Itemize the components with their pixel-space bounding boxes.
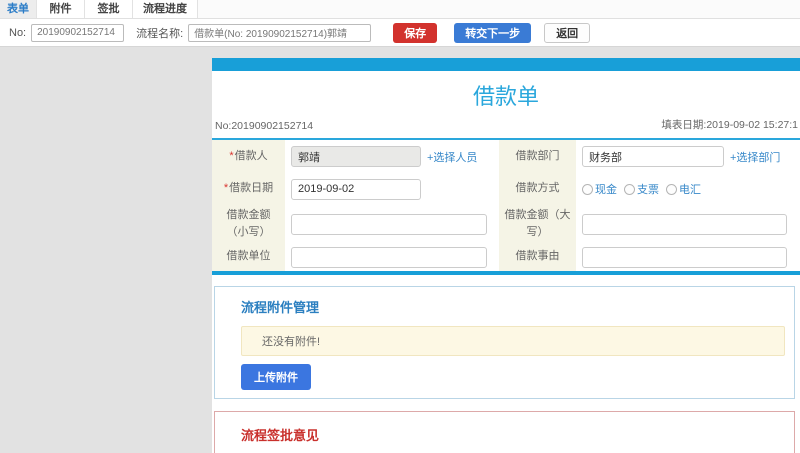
send-next-step-button[interactable]: 转交下一步 xyxy=(454,22,532,43)
page-title: 借款单 xyxy=(472,84,539,109)
main-panel: 借款单 No:20190902152714 填表日期:2019-09-02 15… xyxy=(212,58,800,453)
flow-name-input[interactable] xyxy=(188,23,372,42)
dept-input[interactable] xyxy=(582,146,724,167)
form-meta-row: No:20190902152714 填表日期:2019-09-02 15:27:… xyxy=(212,117,800,140)
dept-label: 借款部门 xyxy=(499,140,576,173)
tab-process-progress[interactable]: 流程进度 xyxy=(133,0,198,18)
loan-form: *借款人 +选择人员 借款部门 +选择部门 *借款日期 借款方式 现金 支票 xyxy=(212,140,800,271)
tab-approval[interactable]: 签批 xyxy=(85,0,133,18)
radio-check[interactable]: 支票 xyxy=(624,181,659,197)
form-no-text: No:20190902152714 xyxy=(215,120,314,132)
borrower-label: *借款人 xyxy=(212,140,285,173)
no-attachments-alert: 还没有附件! xyxy=(241,326,785,356)
select-person-link[interactable]: +选择人员 xyxy=(427,149,477,165)
save-button[interactable]: 保存 xyxy=(393,22,438,43)
bottom-accent-bar xyxy=(212,271,800,275)
flow-name-label: 流程名称: xyxy=(136,27,184,40)
top-accent-bar xyxy=(212,58,800,71)
loan-method-label: 借款方式 xyxy=(499,173,576,205)
loan-date-label: *借款日期 xyxy=(212,173,285,205)
loan-reason-input[interactable] xyxy=(582,246,787,268)
attachments-title: 流程附件管理 xyxy=(241,300,320,315)
amount-small-input[interactable] xyxy=(291,213,487,235)
top-tab-bar: 表单 附件 签批 流程进度 xyxy=(0,0,800,19)
upload-attachment-button[interactable]: 上传附件 xyxy=(241,364,311,390)
no-input[interactable] xyxy=(31,23,125,42)
toolbar: No: 流程名称: 保存 转交下一步 返回 xyxy=(0,19,800,47)
borrower-input[interactable] xyxy=(291,146,421,167)
required-mark: * xyxy=(229,149,234,162)
amount-big-input[interactable] xyxy=(582,213,787,235)
back-button[interactable]: 返回 xyxy=(544,22,591,43)
radio-icon[interactable] xyxy=(624,183,635,195)
radio-cash[interactable]: 现金 xyxy=(582,181,617,197)
attachments-section: 流程附件管理 还没有附件! 上传附件 xyxy=(214,286,795,399)
radio-icon[interactable] xyxy=(666,183,677,195)
approval-section: 流程签批意见 B I abc xyxy=(214,411,795,453)
loan-unit-label: 借款单位 xyxy=(212,243,285,271)
tab-form[interactable]: 表单 xyxy=(0,0,37,18)
loan-reason-label: 借款事由 xyxy=(499,243,576,271)
amount-big-label: 借款金额（大写） xyxy=(499,205,576,243)
radio-wire[interactable]: 电汇 xyxy=(666,181,701,197)
form-date-text: 填表日期:2019-09-02 15:27:1 xyxy=(661,119,798,131)
no-label: No: xyxy=(9,26,27,39)
radio-icon[interactable] xyxy=(582,183,593,195)
loan-unit-input[interactable] xyxy=(291,246,487,268)
tab-attachments[interactable]: 附件 xyxy=(37,0,85,18)
amount-small-label: 借款金额（小写） xyxy=(212,205,285,243)
loan-date-input[interactable] xyxy=(291,178,421,200)
select-dept-link[interactable]: +选择部门 xyxy=(730,149,780,165)
approval-title: 流程签批意见 xyxy=(241,428,320,443)
loan-method-radios: 现金 支票 电汇 xyxy=(582,181,701,197)
required-mark: * xyxy=(223,182,229,195)
